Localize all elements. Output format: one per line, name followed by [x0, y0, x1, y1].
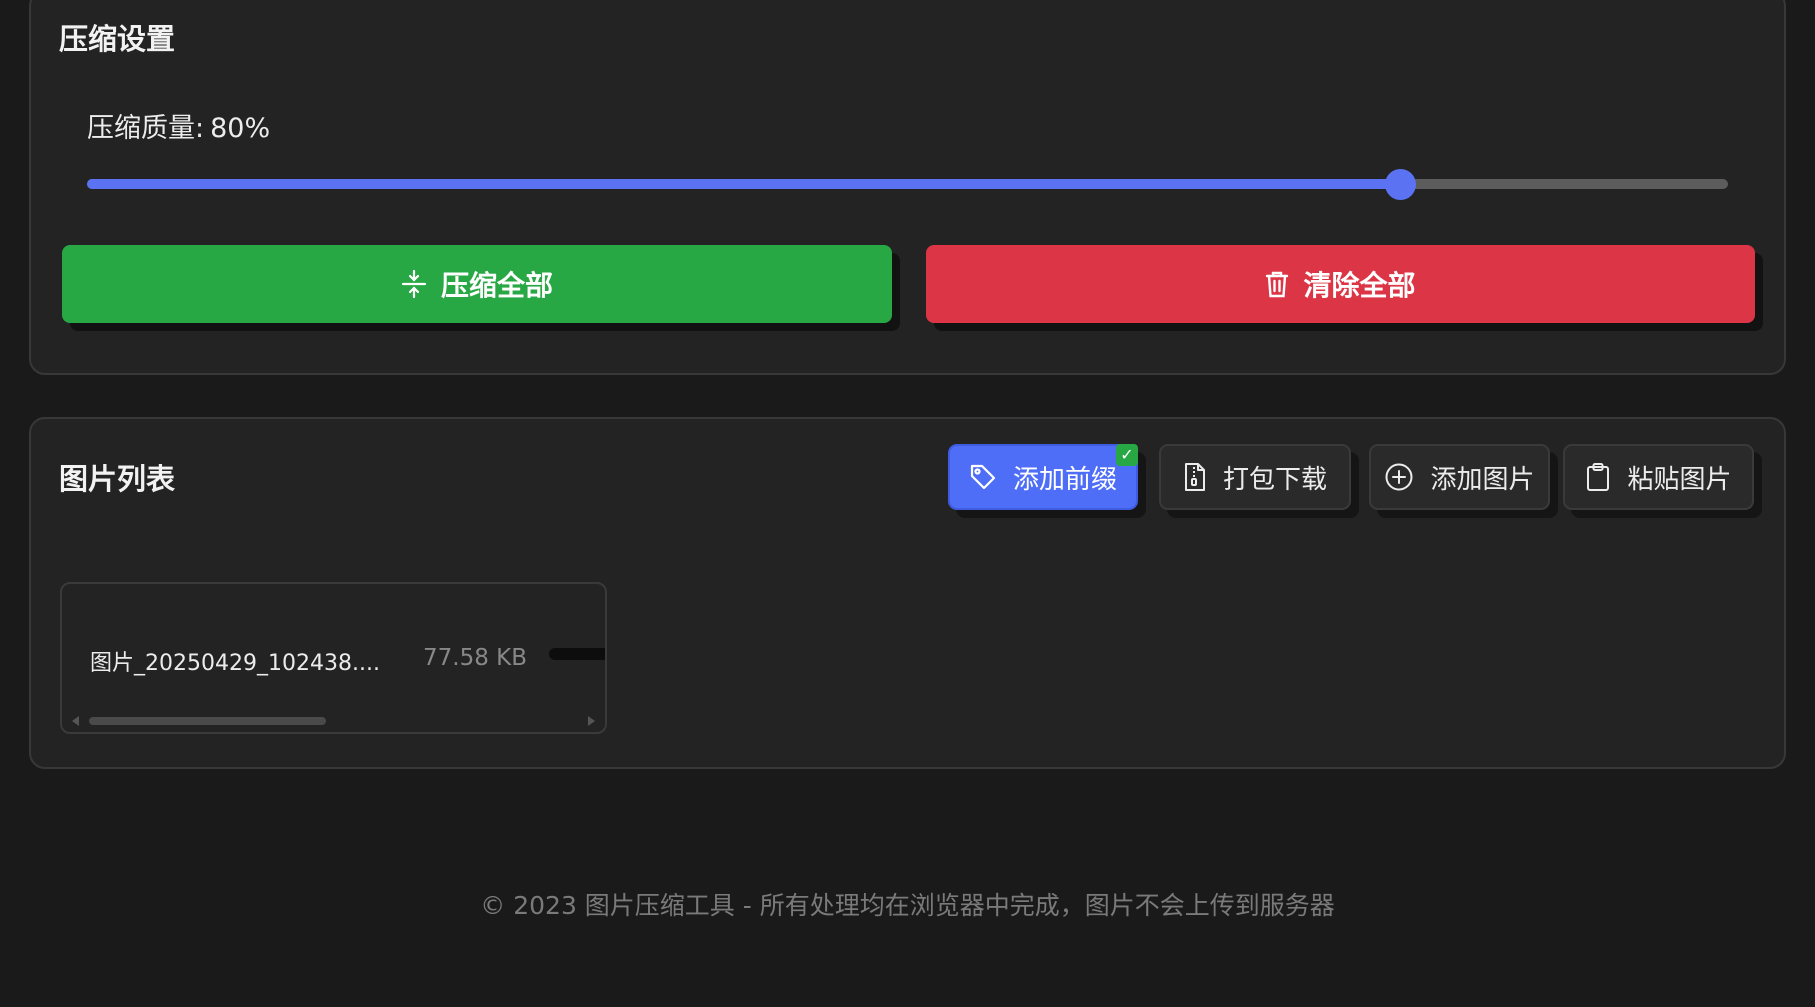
file-progress-bar — [549, 648, 605, 660]
add-prefix-button[interactable]: 添加前缀 ✓ — [948, 444, 1138, 510]
paste-image-label: 粘贴图片 — [1627, 464, 1732, 495]
quality-label: 压缩质量: 80% — [87, 106, 270, 145]
settings-title: 压缩设置 — [59, 22, 176, 56]
file-name: 图片_20250429_102438.... — [90, 651, 380, 676]
clear-all-label: 清除全部 — [1303, 269, 1416, 302]
quality-value: 80% — [210, 113, 271, 144]
add-image-label: 添加图片 — [1430, 464, 1535, 495]
quality-label-text: 压缩质量: — [87, 113, 205, 144]
file-size: 77.58 KB — [423, 645, 528, 671]
add-prefix-label: 添加前缀 — [1012, 464, 1117, 495]
file-item[interactable]: 图片_20250429_102438.... 77.58 KB — [60, 582, 607, 734]
prefix-active-check-icon: ✓ — [1116, 444, 1138, 466]
quality-slider[interactable] — [87, 169, 1728, 200]
zip-file-icon — [1183, 462, 1207, 492]
compress-all-button[interactable]: 压缩全部 — [62, 245, 892, 323]
compress-icon — [401, 269, 427, 299]
image-list-title: 图片列表 — [59, 462, 176, 496]
compression-settings-panel: 压缩设置 压缩质量: 80% 压缩全部 清除全部 — [29, 0, 1786, 375]
plus-circle-icon — [1384, 462, 1414, 492]
quality-slider-thumb[interactable] — [1384, 169, 1416, 200]
scroll-left-arrow-icon[interactable] — [72, 716, 79, 726]
clipboard-icon — [1585, 462, 1611, 492]
image-list-panel: 图片列表 添加前缀 ✓ 打包下载 添加图片 粘贴图片 图片_20250429_1… — [29, 417, 1786, 769]
trash-icon — [1265, 270, 1289, 298]
scroll-right-arrow-icon[interactable] — [588, 716, 595, 726]
zip-download-label: 打包下载 — [1222, 464, 1327, 495]
quality-slider-fill — [87, 179, 1400, 189]
clear-all-button[interactable]: 清除全部 — [926, 245, 1755, 323]
compress-all-label: 压缩全部 — [440, 269, 553, 302]
tag-icon — [969, 463, 997, 491]
add-image-button[interactable]: 添加图片 — [1369, 444, 1550, 510]
paste-image-button[interactable]: 粘贴图片 — [1563, 444, 1754, 510]
footer-text: © 2023 图片压缩工具 - 所有处理均在浏览器中完成，图片不会上传到服务器 — [480, 891, 1335, 920]
horizontal-scrollbar[interactable] — [72, 715, 595, 727]
zip-download-button[interactable]: 打包下载 — [1159, 444, 1351, 510]
scrollbar-thumb[interactable] — [89, 717, 326, 725]
